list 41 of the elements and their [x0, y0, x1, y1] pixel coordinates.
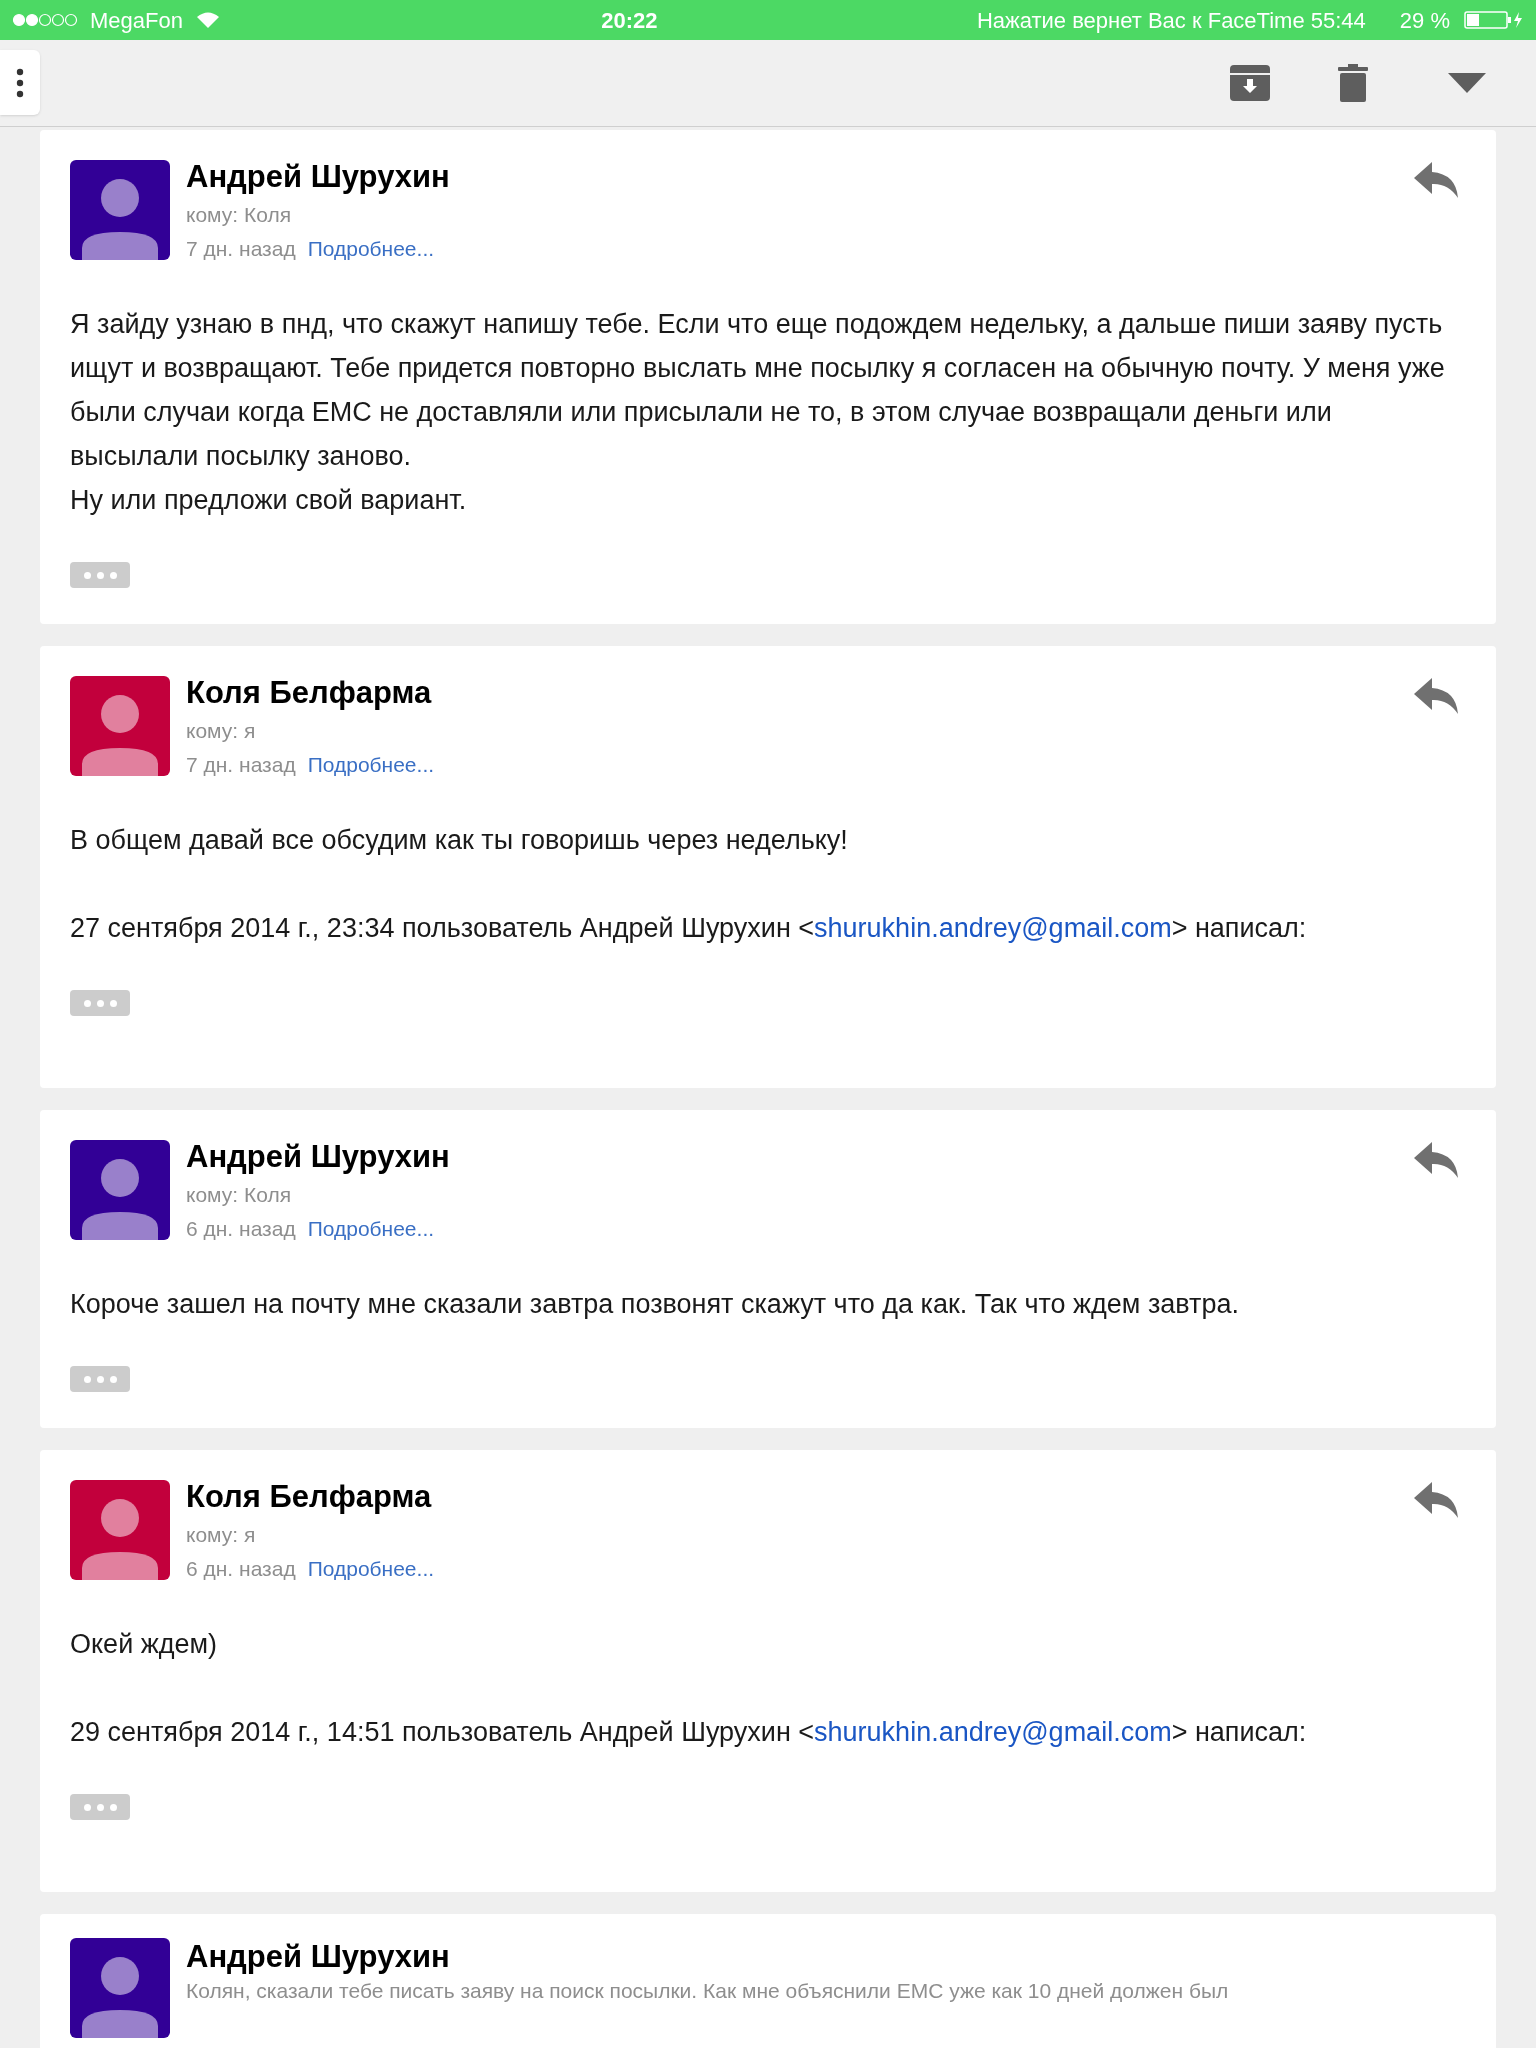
- sender-name: Андрей Шурухин: [186, 1938, 451, 1976]
- menu-button[interactable]: [0, 50, 40, 115]
- trash-icon[interactable]: [1338, 64, 1368, 102]
- message-snippet: Колян, сказали тебе писать заяву на поиск посылки. Как мне объяснили ЕМС уже как 10 дней должен был: [186, 1978, 1229, 2004]
- archive-icon[interactable]: [1230, 65, 1270, 101]
- details-link[interactable]: Подробнее...: [307, 1212, 435, 1246]
- message-date: 6 дн. назад: [186, 1216, 296, 1242]
- battery-icon: [1464, 11, 1524, 29]
- message-text: В общем давай все обсудим как ты говоришь через недельку!: [70, 824, 849, 857]
- details-link[interactable]: Подробнее...: [307, 1552, 435, 1586]
- message-text: Ну или предложи свой вариант.: [70, 484, 468, 517]
- email-link[interactable]: shurukhin.andrey@gmail.com: [814, 1717, 1172, 1747]
- more-icon: [16, 67, 24, 98]
- sender-name: Коля Белфарма: [186, 674, 433, 712]
- reply-icon[interactable]: [1412, 676, 1460, 716]
- message-date: 7 дн. назад: [186, 236, 296, 262]
- recipient: кому: Коля: [186, 1182, 293, 1208]
- email-link[interactable]: shurukhin.andrey@gmail.com: [814, 913, 1172, 943]
- quote-header: 27 сентября 2014 г., 23:34 пользователь Андрей Шурухин <shurukhin.andrey@gmail.com> написал:: [70, 912, 1308, 945]
- sender-name: Андрей Шурухин: [186, 158, 451, 196]
- message-date: 6 дн. назад: [186, 1556, 296, 1582]
- clock: 20:22: [601, 6, 658, 35]
- battery-percent: 29 %: [1399, 6, 1450, 35]
- recipient: кому: я: [186, 1522, 257, 1548]
- recipient: кому: я: [186, 718, 257, 744]
- sender-name: Коля Белфарма: [186, 1478, 433, 1516]
- reply-icon[interactable]: [1412, 1480, 1460, 1520]
- reply-icon[interactable]: [1412, 160, 1460, 200]
- quote-header: 29 сентября 2014 г., 14:51 пользователь Андрей Шурухин <shurukhin.andrey@gmail.com> написал:: [70, 1716, 1308, 1749]
- details-link[interactable]: Подробнее...: [307, 748, 435, 782]
- message-date: 7 дн. назад: [186, 752, 296, 778]
- wifi-icon: [196, 12, 219, 28]
- details-link[interactable]: Подробнее...: [307, 232, 435, 266]
- recipient: кому: Коля: [186, 202, 293, 228]
- carrier-name: MegaFon: [90, 6, 183, 35]
- caret-icon[interactable]: [1448, 73, 1486, 93]
- sender-name: Андрей Шурухин: [186, 1138, 451, 1176]
- message-text: Короче зашел на почту мне сказали завтра позвонят скажут что да как. Так что ждем завтра.: [70, 1288, 1240, 1321]
- message-text: Я зайду узнаю в пнд, что скажут напишу тебе. Если что еще подождем недельку, а дальше пиши заяву пусть ищут и возвращают. Тебе придется повторно выслать мне посылку я согласен на обычную почту. У меня уже были случаи когда ЕМС не доставляли или присылали не то, в этом случае возвращали деньги или высылали посылку заново.: [70, 308, 1446, 473]
- message-text: Окей ждем): [70, 1628, 219, 1661]
- reply-icon[interactable]: [1412, 1140, 1460, 1180]
